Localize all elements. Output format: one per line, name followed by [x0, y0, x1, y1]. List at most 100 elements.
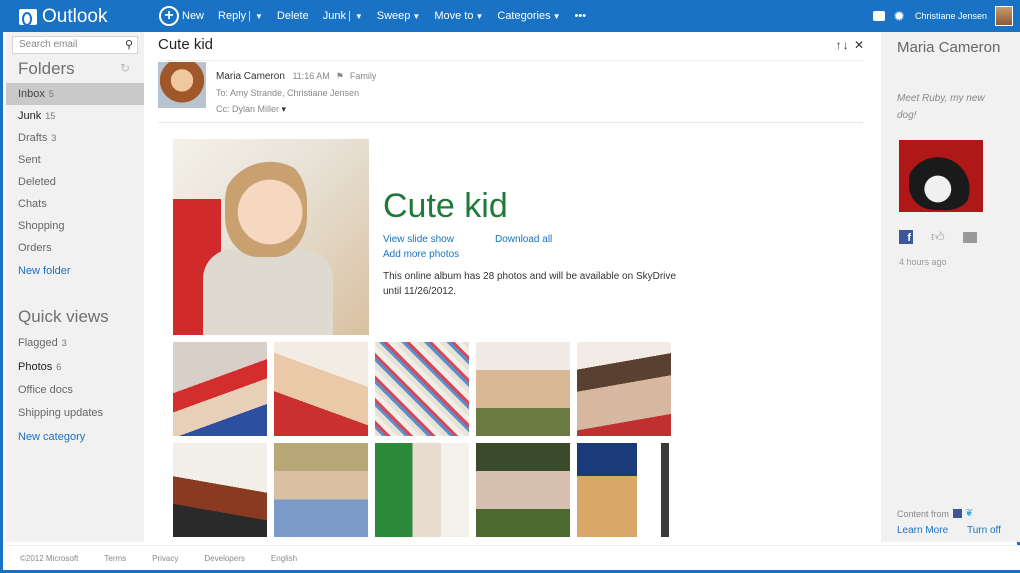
photo-thumbnail[interactable]: [375, 342, 469, 436]
chevron-down-icon: ▼: [475, 11, 484, 21]
add-more-photos-link[interactable]: Add more photos: [383, 247, 459, 262]
categories-button[interactable]: Categories ▼: [497, 10, 560, 22]
photo-thumbnail[interactable]: [173, 443, 267, 537]
message-header: Maria Cameron 11:16 AM ⚑ Family To: Amy St…: [216, 68, 376, 117]
delete-button[interactable]: Delete: [277, 10, 309, 22]
messaging-icon[interactable]: [873, 11, 886, 21]
reply-button[interactable]: Reply | ▼: [218, 10, 263, 22]
user-name[interactable]: Christiane Jensen: [915, 11, 987, 21]
top-bar: Outlook + New Reply | ▼ Delete Junk | ▼ Sweep…: [3, 0, 1020, 32]
chevron-down-icon[interactable]: ▼: [355, 12, 363, 21]
new-category-link[interactable]: New category: [6, 426, 144, 448]
account-area: ✹ Christiane Jensen: [873, 6, 1013, 26]
chevron-down-icon[interactable]: ▼: [255, 12, 263, 21]
photo-thumbnail[interactable]: [661, 443, 669, 537]
photo-thumbnail[interactable]: [375, 443, 469, 537]
next-message-icon[interactable]: ↓: [843, 38, 850, 52]
developers-link[interactable]: Developers: [204, 554, 244, 563]
chevron-down-icon: ▼: [412, 11, 421, 21]
sender-name[interactable]: Maria Cameron: [216, 71, 285, 82]
photo-thumbnail[interactable]: [274, 342, 368, 436]
expand-recipients-icon[interactable]: ▾: [282, 104, 287, 114]
search-input[interactable]: Search email ⚲: [12, 36, 138, 54]
quick-view-office-docs[interactable]: Office docs: [6, 379, 144, 401]
outlook-logo[interactable]: Outlook: [19, 6, 107, 28]
junk-button[interactable]: Junk | ▼: [323, 10, 363, 22]
album-description: This online album has 28 photos and will…: [383, 271, 676, 297]
people-pane-links: Learn More Turn off: [897, 525, 1007, 536]
new-button[interactable]: + New: [159, 6, 204, 26]
people-pane: Maria Cameron Meet Ruby, my new dog! f 👍…: [881, 32, 1020, 542]
message-category[interactable]: Family: [350, 71, 377, 81]
learn-more-link[interactable]: Learn More: [897, 525, 948, 536]
download-all-link[interactable]: Download all: [495, 232, 552, 247]
recipients-to: To: Amy Strande, Christiane Jensen: [216, 88, 360, 98]
message-nav-icons[interactable]: ↑↓ ✕: [836, 38, 865, 52]
divider: [158, 60, 863, 61]
message-subject: Cute kid: [158, 36, 214, 53]
facebook-icon: [953, 509, 963, 518]
divider: [158, 122, 863, 123]
photo-thumbnail[interactable]: [274, 443, 368, 537]
social-actions: f 👍︎: [899, 229, 977, 245]
folder-pane: Search email ⚲ Folders ↻ Inbox 5 Junk 15 D…: [6, 32, 144, 542]
quick-view-shipping-updates[interactable]: Shipping updates: [6, 402, 144, 424]
outlook-window: Outlook + New Reply | ▼ Delete Junk | ▼ Sweep…: [0, 0, 1020, 573]
folder-item-sent[interactable]: Sent: [6, 149, 144, 171]
folder-item-inbox[interactable]: Inbox 5: [6, 83, 144, 105]
folder-item-chats[interactable]: Chats: [6, 193, 144, 215]
folders-heading: Folders ↻: [18, 59, 131, 78]
contact-name[interactable]: Maria Cameron: [897, 38, 1000, 58]
user-avatar[interactable]: [995, 6, 1013, 26]
chevron-down-icon: ▼: [552, 11, 561, 21]
new-folder-link[interactable]: New folder: [6, 260, 144, 282]
privacy-link[interactable]: Privacy: [152, 554, 178, 563]
comment-icon[interactable]: [962, 231, 977, 243]
status-photo[interactable]: [899, 140, 983, 212]
photo-thumbnail[interactable]: [173, 342, 267, 436]
facebook-icon[interactable]: f: [899, 230, 913, 244]
album-title: Cute kid: [383, 187, 508, 225]
plus-icon: +: [159, 6, 179, 26]
outlook-icon: [19, 9, 37, 26]
refresh-icon[interactable]: ↻: [120, 61, 130, 75]
album-cover-photo[interactable]: [173, 139, 369, 335]
photo-thumbnail[interactable]: [476, 342, 570, 436]
sweep-button[interactable]: Sweep ▼: [377, 10, 421, 22]
message-time: 11:16 AM: [292, 71, 330, 81]
more-button[interactable]: •••: [575, 10, 587, 22]
quick-view-photos[interactable]: Photos 6: [6, 356, 144, 378]
quick-views-heading: Quick views: [18, 307, 109, 326]
like-icon[interactable]: 👍︎: [931, 229, 945, 245]
footer: ©2012 Microsoft Terms Privacy Developers…: [6, 545, 1020, 570]
search-icon[interactable]: ⚲: [125, 38, 133, 51]
view-slideshow-link[interactable]: View slide show: [383, 232, 459, 247]
photo-thumbnail[interactable]: [476, 443, 570, 537]
sender-avatar[interactable]: [158, 62, 206, 108]
flag-icon[interactable]: ⚑: [336, 71, 344, 81]
twitter-icon: ❦: [965, 508, 974, 519]
contact-status: Meet Ruby, my new dog!: [897, 93, 985, 121]
content-source: Content from ❦: [897, 508, 974, 519]
command-bar: + New Reply | ▼ Delete Junk | ▼ Sweep ▼ Move t…: [159, 0, 600, 32]
previous-message-icon[interactable]: ↑: [836, 38, 843, 52]
gear-icon[interactable]: ✹: [893, 8, 905, 25]
close-icon[interactable]: ✕: [854, 38, 865, 52]
recipients-cc: Cc: Dylan Miller: [216, 104, 280, 114]
reading-pane: Cute kid ↑↓ ✕ Maria Cameron 11:16 AM ⚑ Fam…: [148, 32, 873, 542]
photo-thumbnail[interactable]: [577, 443, 637, 537]
move-to-button[interactable]: Move to ▼: [434, 10, 483, 22]
folder-item-junk[interactable]: Junk 15: [6, 105, 144, 127]
quick-view-flagged[interactable]: Flagged 3: [6, 332, 144, 354]
photo-thumbnail[interactable]: [577, 342, 671, 436]
status-time: 4 hours ago: [899, 257, 947, 267]
turn-off-link[interactable]: Turn off: [967, 525, 1001, 536]
folder-item-drafts[interactable]: Drafts 3: [6, 127, 144, 149]
folder-item-shopping[interactable]: Shopping: [6, 215, 144, 237]
folder-item-orders[interactable]: Orders: [6, 237, 144, 259]
album-actions: View slide show Download all Add more ph…: [383, 232, 552, 262]
app-title: Outlook: [42, 6, 108, 27]
language-link[interactable]: English: [271, 554, 297, 563]
terms-link[interactable]: Terms: [104, 554, 126, 563]
folder-item-deleted[interactable]: Deleted: [6, 171, 144, 193]
